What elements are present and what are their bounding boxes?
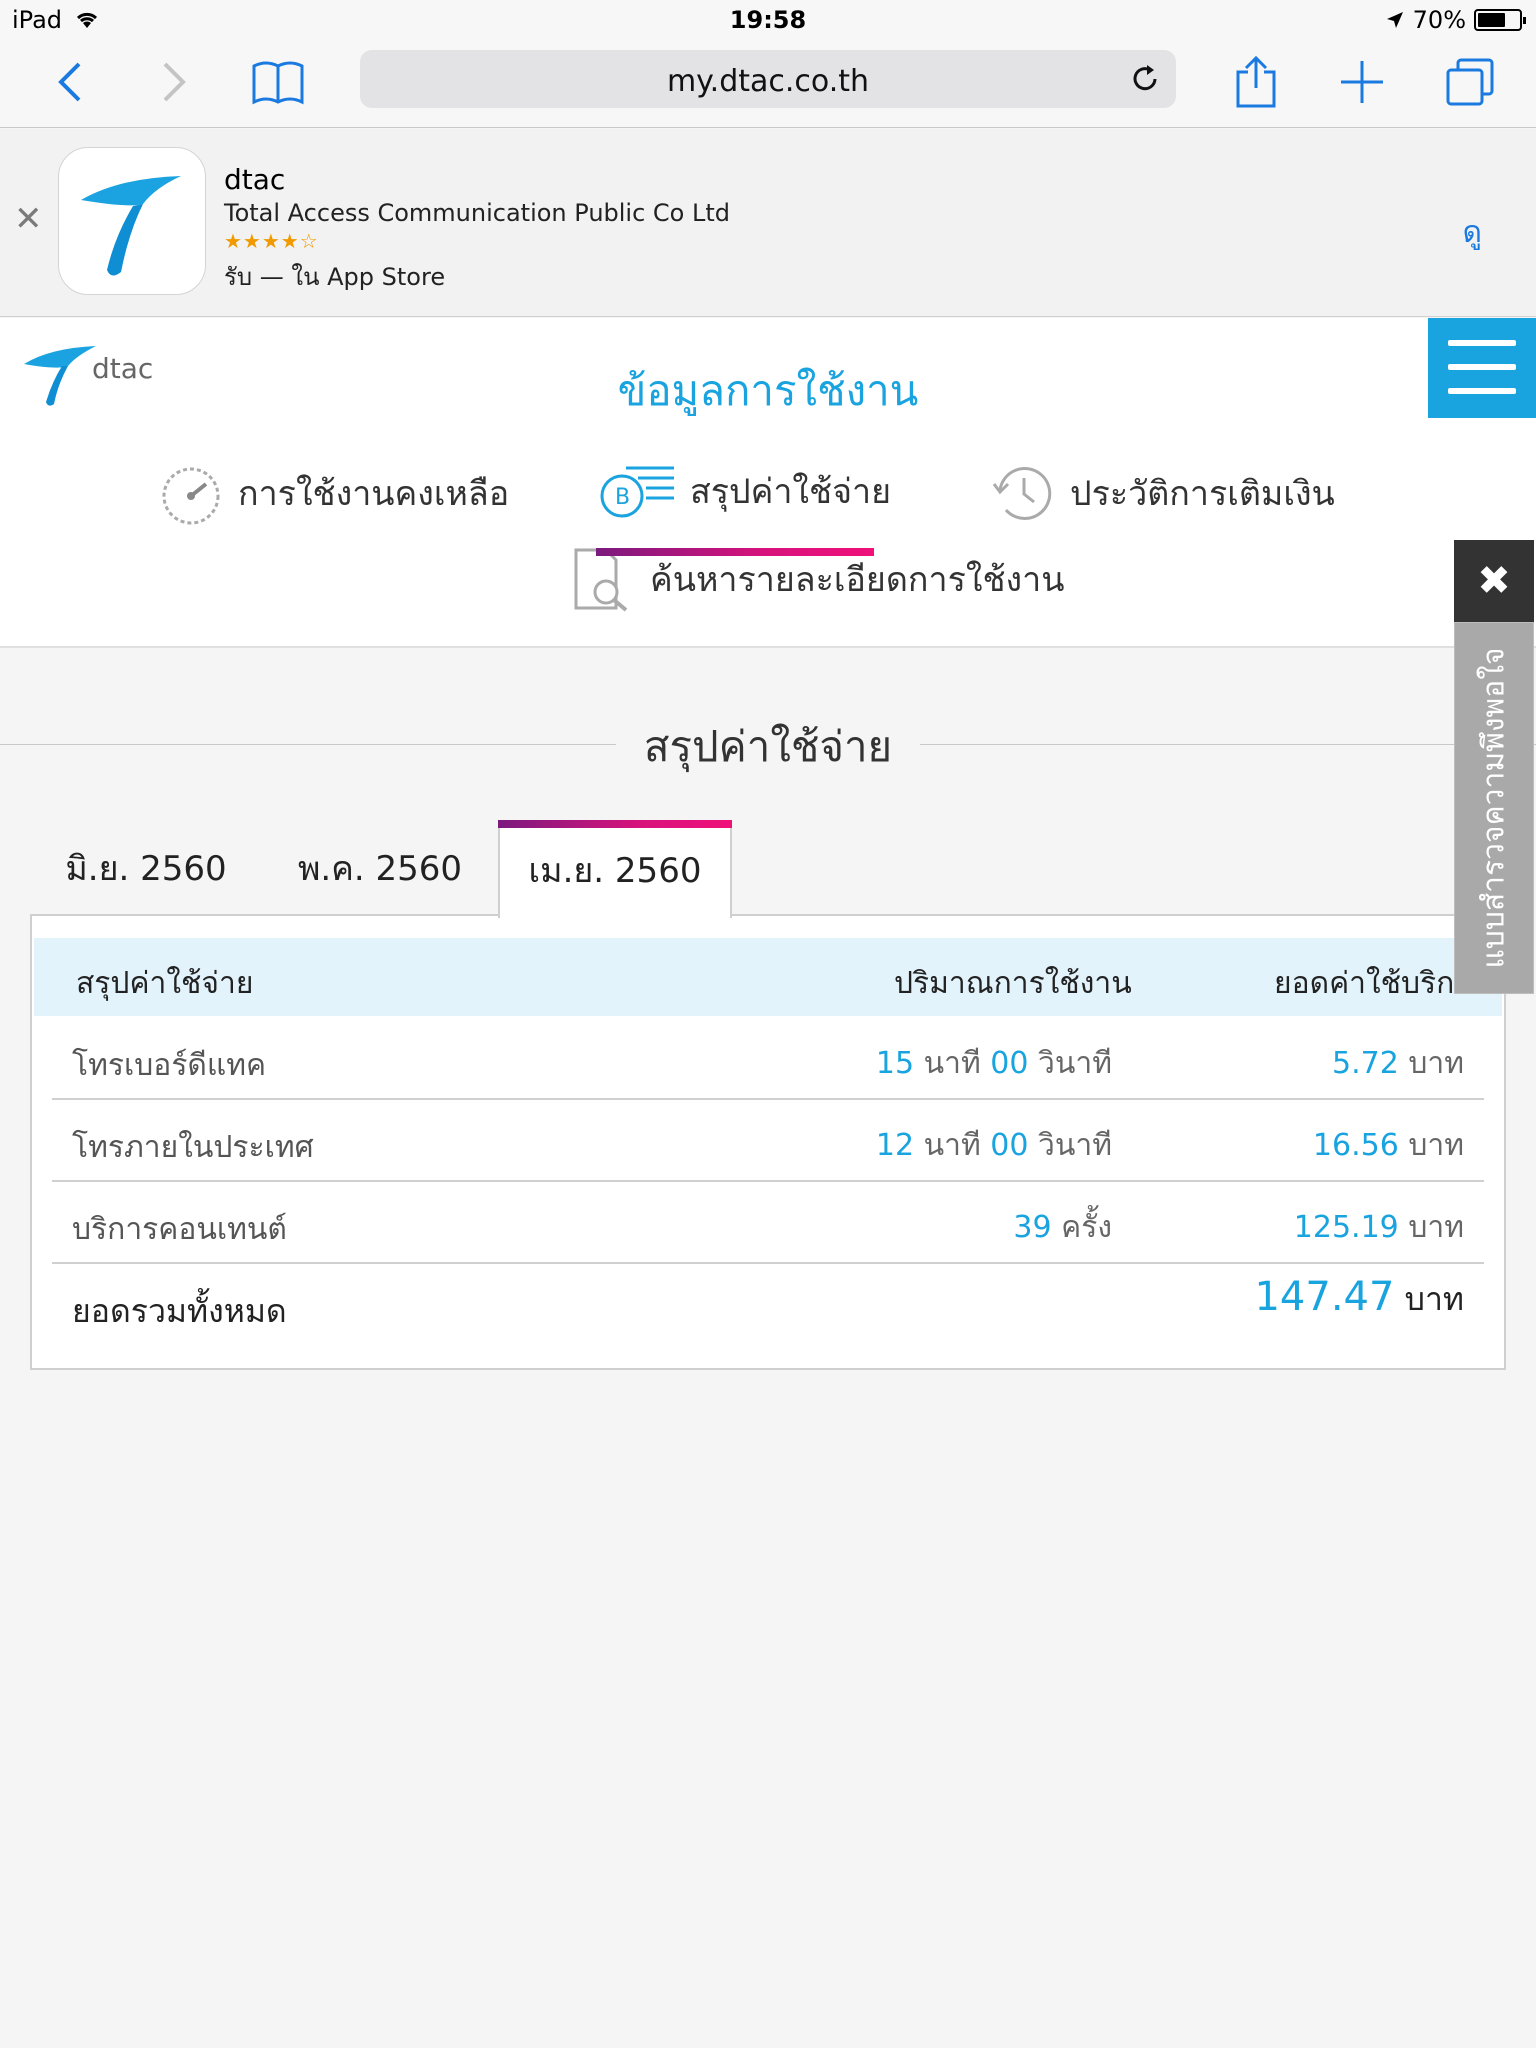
status-bar: iPad 19:58 70% — [0, 0, 1536, 40]
tabs-icon — [1446, 58, 1494, 106]
tabs-button[interactable] — [1438, 50, 1502, 114]
banner-close-icon[interactable]: ✕ — [14, 199, 43, 239]
book-icon — [252, 61, 304, 105]
usage-value: 15 นาที 00 วินาที — [876, 1040, 1112, 1087]
count-unit: ครั้ง — [1061, 1210, 1112, 1245]
chevron-left-icon — [58, 62, 81, 102]
forward-button[interactable] — [142, 50, 206, 114]
cost-unit: บาท — [1408, 1210, 1464, 1245]
nav-label: ค้นหารายละเอียดการใช้งาน — [650, 560, 1065, 600]
page-title: ข้อมูลการใช้งาน — [617, 366, 919, 415]
count-value: 39 — [1013, 1210, 1052, 1245]
nav-label: การใช้งานคงเหลือ — [238, 474, 510, 514]
section-title: สรุปค่าใช้จ่าย — [643, 722, 893, 771]
table-row: โทรภายในประเทศ 12 นาที 00 วินาที 16.56 บ… — [52, 1100, 1484, 1182]
tab-apr-2560[interactable]: เม.ย. 2560 — [498, 820, 732, 918]
smart-app-banner: ✕ dtac Total Access Communication Public… — [0, 129, 1536, 317]
minutes-unit: นาที — [923, 1128, 981, 1163]
seconds-unit: วินาที — [1038, 1128, 1112, 1163]
total-label: ยอดรวมทั้งหมด — [72, 1292, 287, 1330]
location-arrow-icon — [1386, 12, 1403, 28]
total-amount: 147.47 — [1254, 1274, 1395, 1320]
tab-jun-2560[interactable]: มิ.ย. 2560 — [30, 820, 262, 916]
column-header: ปริมาณการใช้งาน — [894, 966, 1132, 1001]
usage-value: 39 ครั้ง — [1013, 1204, 1112, 1251]
feedback-close-button[interactable]: ✖ — [1454, 540, 1534, 622]
cost-value: 16.56 บาท — [1313, 1122, 1464, 1169]
bookmarks-button[interactable] — [246, 50, 310, 114]
new-tab-button[interactable] — [1330, 50, 1394, 114]
plus-icon — [1341, 61, 1383, 103]
browser-toolbar: my.dtac.co.th — [0, 40, 1536, 128]
minutes-value: 12 — [875, 1128, 915, 1163]
menu-button[interactable] — [1428, 318, 1536, 418]
minutes-value: 15 — [875, 1046, 915, 1081]
table-row: บริการคอนเทนต์ 39 ครั้ง 125.19 บาท — [52, 1182, 1484, 1264]
clock: 19:58 — [729, 6, 807, 34]
table-header: สรุปค่าใช้จ่าย ปริมาณการใช้งาน ยอดค่าใช้… — [34, 938, 1502, 1016]
nav-expense-summary[interactable]: B สรุปค่าใช้จ่าย — [596, 458, 891, 524]
nav-usage-remaining[interactable]: การใช้งานคงเหลือ — [158, 460, 509, 526]
back-button[interactable] — [38, 50, 102, 114]
column-header: สรุปค่าใช้จ่าย — [76, 966, 254, 1001]
seconds-value: 00 — [990, 1128, 1029, 1163]
minutes-unit: นาที — [923, 1046, 981, 1081]
expense-table: สรุปค่าใช้จ่าย ปริมาณการใช้งาน ยอดค่าใช้… — [30, 914, 1506, 1370]
gauge-icon — [162, 467, 220, 525]
view-app-button[interactable]: ดู — [1463, 209, 1482, 256]
bill-coin-icon: B — [600, 466, 674, 518]
url-text: my.dtac.co.th — [666, 64, 870, 99]
cost-amount: 5.72 — [1331, 1046, 1399, 1081]
row-label: โทรเบอร์ดีแทค — [72, 1048, 267, 1083]
seconds-unit: วินาที — [1038, 1046, 1112, 1081]
table-row: โทรเบอร์ดีแทค 15 นาที 00 วินาที 5.72 บาท — [52, 1018, 1484, 1100]
active-nav-indicator — [596, 548, 874, 556]
usage-value: 12 นาที 00 วินาที — [876, 1122, 1112, 1169]
app-company: Total Access Communication Public Co Ltd — [224, 199, 731, 227]
svg-text:B: B — [615, 485, 630, 510]
app-name: dtac — [224, 163, 286, 196]
cost-amount: 125.19 — [1293, 1210, 1399, 1245]
rating-stars: ★★★★☆ — [224, 229, 319, 253]
site-header: dtac ข้อมูลการใช้งาน การใช้งานคงเหลือ B … — [0, 318, 1536, 648]
chevron-right-icon — [163, 62, 186, 102]
seconds-value: 00 — [990, 1046, 1029, 1081]
history-clock-icon — [992, 467, 1052, 520]
battery-icon — [1474, 9, 1526, 31]
nav-label: ประวัติการเติมเงิน — [1070, 474, 1335, 514]
tab-may-2560[interactable]: พ.ค. 2560 — [262, 820, 498, 916]
feedback-survey-tab[interactable]: แบบสำรวจความพึงพอใจ — [1454, 622, 1534, 994]
nav-label: สรุปค่าใช้จ่าย — [690, 472, 892, 512]
nav-topup-history[interactable]: ประวัติการเติมเงิน — [990, 460, 1335, 526]
cost-value: 5.72 บาท — [1332, 1040, 1464, 1087]
share-icon — [1236, 55, 1276, 108]
cost-unit: บาท — [1408, 1046, 1464, 1081]
feedback-label: แบบสำรวจความพึงพอใจ — [1476, 647, 1512, 969]
total-cost: 147.47 บาท — [1254, 1274, 1464, 1325]
cost-unit: บาท — [1404, 1280, 1464, 1318]
divider — [920, 744, 1536, 745]
cost-unit: บาท — [1408, 1128, 1464, 1163]
battery-percent: 70% — [1412, 6, 1466, 34]
dtac-app-icon[interactable] — [58, 147, 206, 295]
share-button[interactable] — [1224, 50, 1288, 114]
cost-value: 125.19 บาท — [1294, 1204, 1464, 1251]
store-text: รับ — ใน App Store — [224, 263, 446, 291]
reload-icon[interactable] — [1128, 62, 1162, 96]
address-bar[interactable]: my.dtac.co.th — [360, 50, 1176, 108]
row-label: บริการคอนเทนต์ — [72, 1212, 287, 1247]
cost-amount: 16.56 — [1312, 1128, 1399, 1163]
total-row: ยอดรวมทั้งหมด 147.47 บาท — [52, 1264, 1484, 1346]
row-label: โทรภายในประเทศ — [72, 1130, 314, 1165]
